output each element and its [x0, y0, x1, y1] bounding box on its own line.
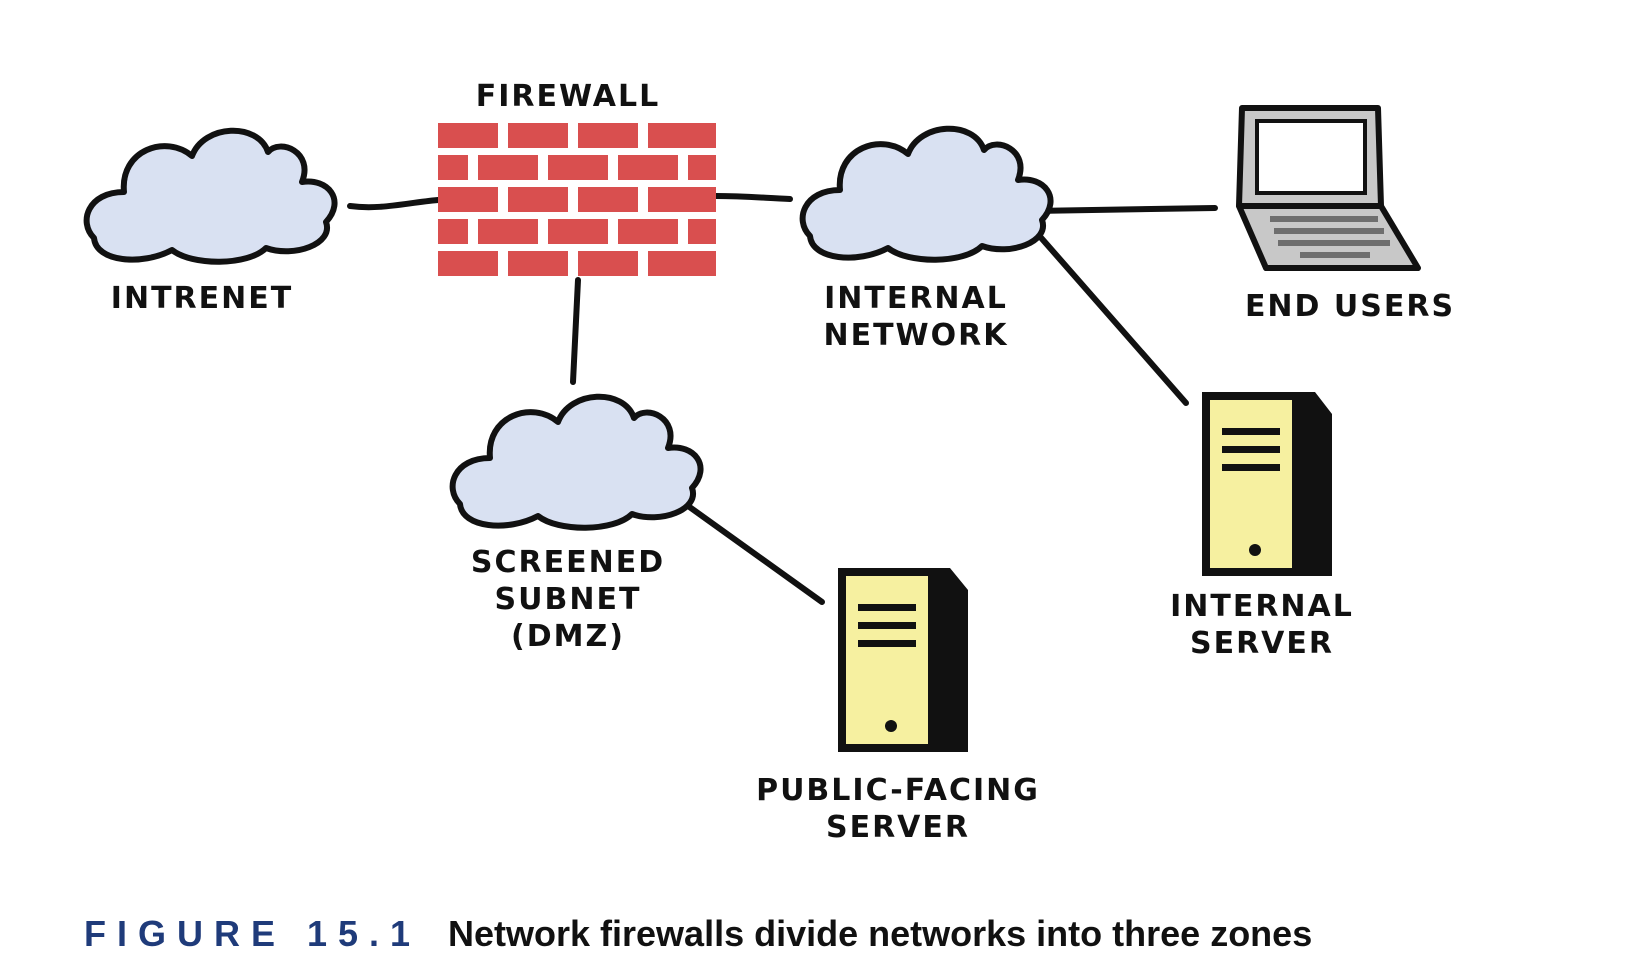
- internal-server-label-line1: INTERNAL: [1170, 589, 1354, 624]
- internet-node: INTRENET: [87, 131, 335, 316]
- firewall-node: FIREWALL: [438, 79, 716, 276]
- link-internal-network-end-users: [1030, 205, 1218, 214]
- internet-label: INTRENET: [111, 281, 293, 316]
- link-firewall-internal-network: [713, 193, 793, 202]
- screened-subnet-label-line2: SUBNET: [495, 582, 642, 617]
- link-firewall-dmz: [570, 277, 581, 385]
- figure-number: FIGURE 15.1: [84, 913, 421, 954]
- cloud-icon: [87, 131, 335, 262]
- screened-subnet-node: SCREENED SUBNET (DMZ): [453, 397, 701, 654]
- server-icon: [838, 568, 968, 752]
- end-users-node: END USERS: [1236, 105, 1455, 324]
- screened-subnet-label-line3: (DMZ): [511, 619, 625, 654]
- brick-wall-icon: [438, 123, 716, 276]
- figure-caption: FIGURE 15.1 Network firewalls divide net…: [84, 913, 1312, 954]
- internal-server-node: INTERNAL SERVER: [1170, 392, 1354, 661]
- cloud-icon: [803, 129, 1051, 260]
- cloud-icon: [453, 397, 701, 528]
- screened-subnet-label-line1: SCREENED: [471, 545, 665, 580]
- link-internal-network-internal-server: [1026, 221, 1189, 406]
- network-firewall-diagram: INTRENET FIREWALL INTERNAL NETWORK END U…: [0, 79, 1455, 954]
- internal-network-node: INTERNAL NETWORK: [803, 129, 1051, 353]
- public-server-node: PUBLIC-FACING SERVER: [756, 568, 1040, 845]
- figure-title: Network firewalls divide networks into t…: [448, 913, 1312, 954]
- public-server-label-line2: SERVER: [826, 810, 970, 845]
- link-dmz-public-server: [667, 490, 825, 605]
- public-server-label-line1: PUBLIC-FACING: [756, 773, 1040, 808]
- end-users-label: END USERS: [1245, 289, 1455, 324]
- firewall-label: FIREWALL: [476, 79, 660, 114]
- server-icon: [1202, 392, 1332, 576]
- laptop-icon: [1236, 105, 1421, 271]
- internal-network-label-line1: INTERNAL: [824, 281, 1008, 316]
- internal-network-label-line2: NETWORK: [823, 318, 1008, 353]
- link-internet-firewall: [347, 197, 441, 211]
- internal-server-label-line2: SERVER: [1190, 626, 1334, 661]
